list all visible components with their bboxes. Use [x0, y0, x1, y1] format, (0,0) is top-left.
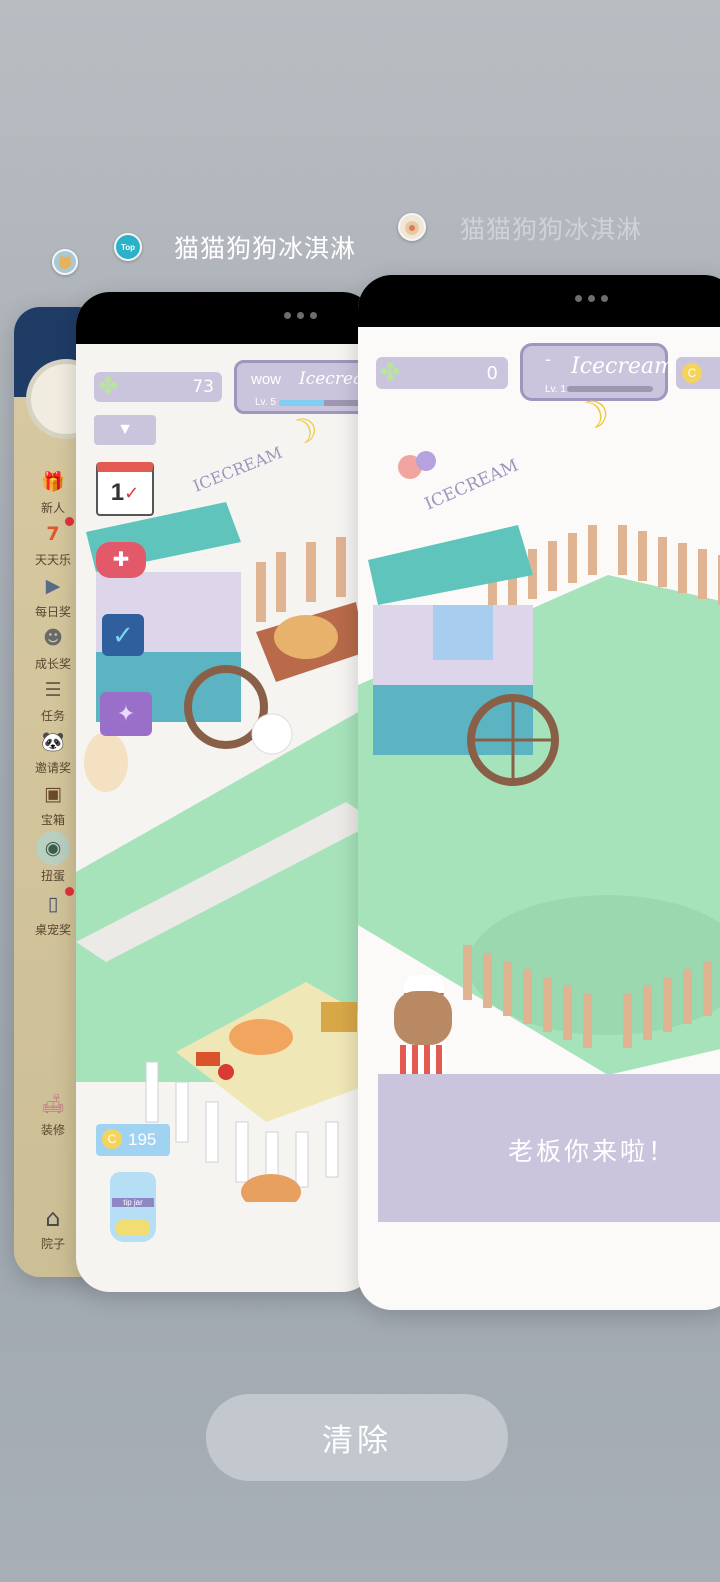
invite-panda-icon: 🐼 — [41, 730, 65, 753]
striped-apron — [400, 1045, 446, 1075]
clear-button[interactable]: 清除 — [206, 1394, 508, 1481]
menu-item-daily-luck[interactable]: 7 天天乐 — [24, 517, 82, 568]
cat-face — [394, 991, 452, 1045]
level-progress-fill — [279, 400, 324, 406]
notification-dot — [65, 517, 74, 526]
status-bar — [358, 275, 720, 327]
stand-sign: ICECREAM — [190, 443, 284, 496]
cat-game-icon — [405, 221, 419, 235]
menu-item-decorate[interactable]: 🛋 装修 — [24, 1089, 82, 1138]
more-dots-icon — [575, 295, 608, 302]
menu-item-new[interactable]: 🎁 新人 — [24, 467, 82, 516]
sofa-icon: 🛋 — [40, 1092, 66, 1115]
back-app-icon[interactable] — [52, 249, 78, 275]
menu-item-invite-reward[interactable]: 🐼 邀请奖 — [24, 727, 82, 776]
checklist-icon[interactable]: ✓ — [102, 614, 144, 656]
dialog-box[interactable]: 老板你来啦！ — [378, 1074, 720, 1222]
middle-app-icon[interactable]: Top — [114, 233, 142, 261]
cat-game-icon — [59, 254, 71, 269]
middle-app-card[interactable]: ✤ 73 wow Icecream Lv. 5 ▼ ☽ ICECREAM 1 ✓… — [76, 292, 376, 1292]
clover-counter: ✤ 0 — [376, 357, 508, 389]
stand-sign: ICECREAM — [422, 456, 522, 515]
top-badge-icon: Top — [120, 242, 136, 252]
house-icon: ⌂ — [45, 1204, 61, 1232]
notification-dot — [65, 887, 74, 896]
status-bar — [76, 292, 376, 344]
coin-icon: C — [102, 1129, 122, 1149]
shop-sign: wow Icecream Lv. 5 — [234, 360, 376, 414]
menu-item-desk-pet-reward[interactable]: ▯ 桌宠奖 — [24, 887, 82, 938]
tip-jar-icon[interactable]: tip jar — [110, 1172, 156, 1242]
menu-item-gacha[interactable]: ◉ 扭蛋 — [24, 831, 82, 884]
treasure-chest-icon: ▣ — [44, 782, 62, 805]
coin-badge: C — [676, 357, 720, 389]
clover-icon: ✤ — [98, 372, 119, 400]
front-app-card[interactable]: ✤ 0 - Icecream Lv. 1 C ☽ ICECREAM 老板你来啦！ — [358, 275, 720, 1310]
gift-icon: 🎁 — [41, 470, 65, 493]
growth-reward-icon: ☻ — [43, 626, 63, 649]
clover-counter: ✤ 73 — [94, 372, 222, 402]
more-dots-icon — [284, 312, 317, 319]
triangle-down-icon: ▼ — [117, 421, 133, 438]
level-progress-bar — [567, 386, 653, 392]
front-app-title: 猫猫狗狗冰淇淋 — [460, 215, 643, 244]
middle-app-title: 猫猫狗狗冰淇淋 — [174, 234, 357, 263]
cat-shopkeeper — [388, 975, 458, 1075]
menu-item-task[interactable]: ☰ 任务 — [24, 675, 82, 724]
jar-coins — [116, 1220, 150, 1236]
menu-item-yard[interactable]: ⌂ 院子 — [24, 1203, 82, 1252]
menu-item-daily-reward[interactable]: ▶ 每日奖 — [24, 571, 82, 620]
gacha-machine-icon: ◉ — [36, 831, 70, 865]
coin-counter: C 195 — [96, 1124, 170, 1156]
dropdown-button[interactable]: ▼ — [94, 415, 156, 445]
menu-item-treasure-chest[interactable]: ▣ 宝箱 — [24, 779, 82, 828]
coin-icon: C — [682, 363, 702, 383]
mystery-box-icon[interactable]: ✦ — [100, 692, 152, 736]
game-controller-icon[interactable]: ✚ — [96, 542, 146, 578]
front-app-icon[interactable] — [398, 213, 426, 241]
clover-icon: ✤ — [380, 358, 401, 386]
check-icon: ✓ — [124, 482, 140, 503]
dialog-text: 老板你来啦！ — [508, 1137, 677, 1166]
task-list-icon: ☰ — [44, 678, 62, 701]
calendar-icon[interactable]: 1 ✓ — [96, 462, 154, 516]
menu-item-growth-reward[interactable]: ☻ 成长奖 — [24, 623, 82, 672]
video-reward-icon: ▶ — [45, 574, 61, 597]
